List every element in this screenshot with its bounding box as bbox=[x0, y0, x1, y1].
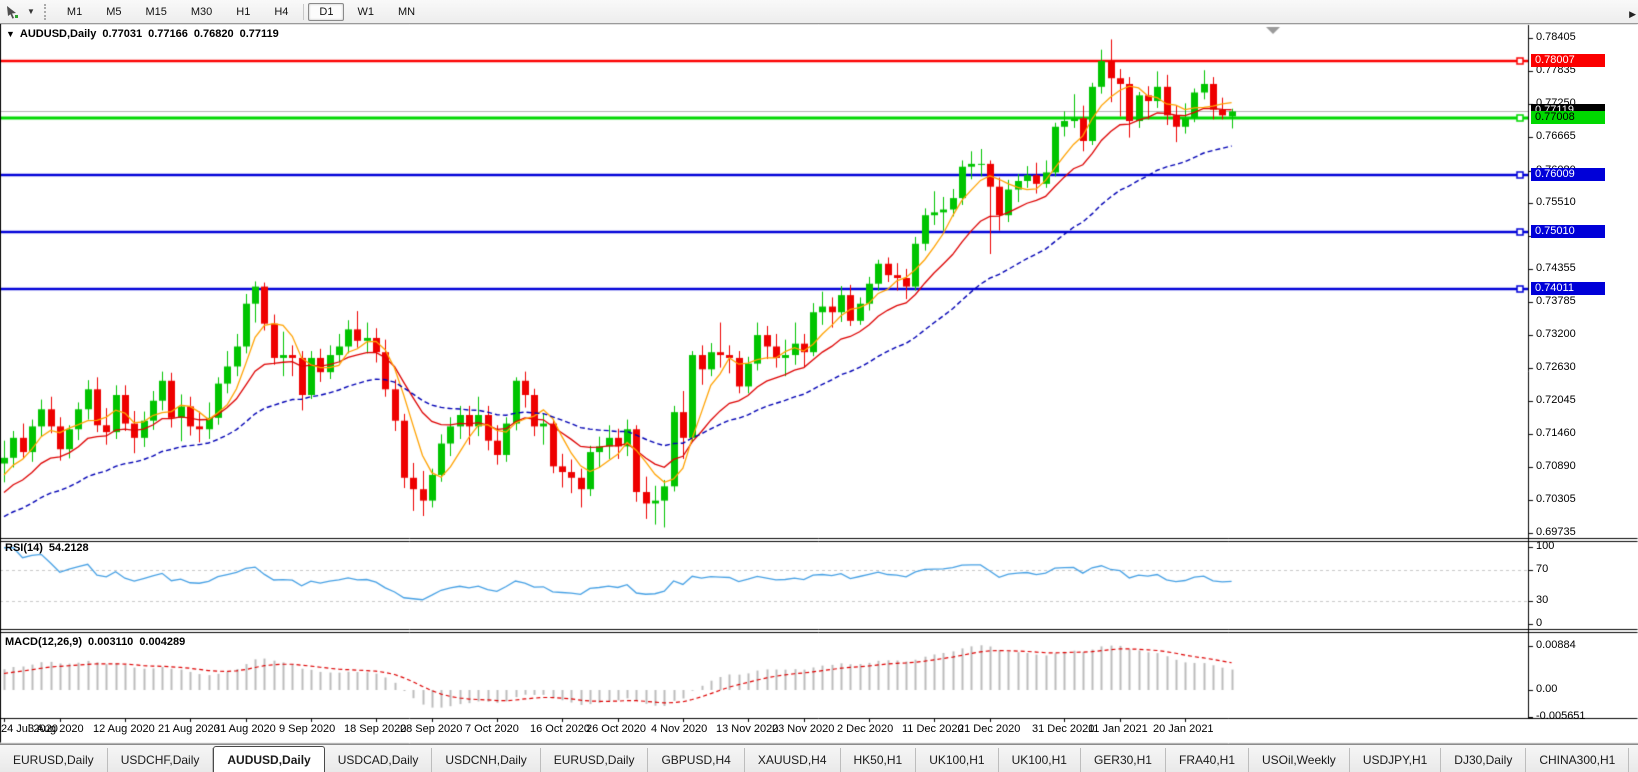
rsi-axis-tick: 70 bbox=[1536, 563, 1548, 575]
timeframe-button-h1[interactable]: H1 bbox=[225, 3, 261, 21]
timeframe-button-w1[interactable]: W1 bbox=[346, 3, 385, 21]
chart-tab-usdchf-daily[interactable]: USDCHF,Daily bbox=[108, 748, 214, 772]
cursor-arrow-icon[interactable] bbox=[2, 3, 22, 21]
chart-tab-eurusd-daily[interactable]: EURUSD,Daily bbox=[0, 748, 108, 772]
macd-main-value: 0.003110 bbox=[88, 636, 133, 648]
hline-price-badge[interactable]: 0.76009 bbox=[1531, 168, 1605, 181]
date-axis-label: 11 Dec 2020 bbox=[902, 723, 964, 735]
close-value: 0.77119 bbox=[240, 28, 279, 40]
hline-price-badge[interactable]: 0.77008 bbox=[1531, 111, 1605, 124]
chart-tab-uk100-h1[interactable]: UK100,H1 bbox=[916, 748, 998, 772]
price-axis-tick: 0.70890 bbox=[1536, 460, 1576, 472]
chevron-down-icon[interactable]: ▼ bbox=[22, 7, 40, 16]
date-axis-label: 9 Sep 2020 bbox=[279, 723, 335, 735]
chart-canvas[interactable] bbox=[0, 0, 1638, 772]
price-axis-tick: 0.72630 bbox=[1536, 361, 1576, 373]
price-axis-tick: 0.72045 bbox=[1536, 394, 1576, 406]
chart-tab-hk50-h1[interactable]: HK50,H1 bbox=[841, 748, 917, 772]
chart-tab-bar: EURUSD,DailyUSDCHF,DailyAUDUSD,DailyUSDC… bbox=[0, 744, 1638, 772]
high-value: 0.77166 bbox=[148, 28, 188, 40]
chart-tab-usoil-[interactable]: USOil, bbox=[1629, 748, 1638, 772]
date-axis-label: 11 Jan 2021 bbox=[1088, 723, 1148, 735]
date-axis-label: 3 Aug 2020 bbox=[28, 723, 84, 735]
date-axis-label: 12 Aug 2020 bbox=[93, 723, 155, 735]
open-value: 0.77031 bbox=[102, 28, 142, 40]
toolbar-separator bbox=[303, 4, 304, 20]
hline-price-badge[interactable]: 0.75010 bbox=[1531, 225, 1605, 238]
low-value: 0.76820 bbox=[194, 28, 234, 40]
chart-tab-gbpusd-h4[interactable]: GBPUSD,H4 bbox=[648, 748, 744, 772]
rsi-axis-tick: 100 bbox=[1536, 540, 1554, 552]
chart-tab-dj30-daily[interactable]: DJ30,Daily bbox=[1441, 748, 1526, 772]
chart-tab-eurusd-daily[interactable]: EURUSD,Daily bbox=[541, 748, 649, 772]
date-axis-label: 23 Nov 2020 bbox=[772, 723, 834, 735]
chart-ohlc-header: ▼ AUDUSD,Daily 0.77031 0.77166 0.76820 0.7711… bbox=[6, 28, 285, 40]
date-axis-label: 31 Dec 2020 bbox=[1032, 723, 1094, 735]
chart-tab-china300-h1[interactable]: CHINA300,H1 bbox=[1526, 748, 1629, 772]
mt4-window: { "toolbar": { "chart_tool_icon": "curso… bbox=[0, 0, 1638, 772]
macd-label: MACD(12,26,9) 0.003110 0.004289 bbox=[5, 636, 191, 648]
chart-tab-ger30-h1[interactable]: GER30,H1 bbox=[1081, 748, 1166, 772]
chart-tab-usdcad-daily[interactable]: USDCAD,Daily bbox=[325, 748, 433, 772]
chart-tab-xauusd-h4[interactable]: XAUUSD,H4 bbox=[745, 748, 841, 772]
timeframe-button-m15[interactable]: M15 bbox=[134, 3, 177, 21]
date-axis-label: 18 Sep 2020 bbox=[344, 723, 406, 735]
price-axis-tick: 0.73785 bbox=[1536, 295, 1576, 307]
date-axis-label: 20 Jan 2021 bbox=[1153, 723, 1214, 735]
date-axis-label: 4 Nov 2020 bbox=[651, 723, 707, 735]
timeframe-button-m1[interactable]: M1 bbox=[56, 3, 93, 21]
rsi-label: RSI(14) 54.2128 bbox=[5, 542, 95, 554]
symbol-period-label: AUDUSD,Daily bbox=[20, 28, 96, 40]
macd-axis-tick: 0.00 bbox=[1536, 683, 1557, 695]
rsi-value: 54.2128 bbox=[49, 542, 89, 554]
date-axis-label: 28 Sep 2020 bbox=[400, 723, 462, 735]
date-axis-label: 16 Oct 2020 bbox=[530, 723, 590, 735]
chart-tab-audusd-daily[interactable]: AUDUSD,Daily bbox=[213, 746, 324, 772]
toolbar-grip[interactable] bbox=[44, 4, 51, 20]
timeframe-toolbar: ▼ M1M5M15M30H1H4 D1W1MN bbox=[0, 0, 1638, 24]
price-axis-tick: 0.76665 bbox=[1536, 130, 1576, 142]
date-axis-label: 7 Oct 2020 bbox=[465, 723, 519, 735]
chart-tab-usdcnh-daily[interactable]: USDCNH,Daily bbox=[432, 748, 540, 772]
price-axis-tick: 0.78405 bbox=[1536, 31, 1576, 43]
price-axis-tick: 0.70305 bbox=[1536, 493, 1576, 505]
price-axis-tick: 0.74355 bbox=[1536, 262, 1576, 274]
macd-axis-tick: -0.005651 bbox=[1536, 710, 1586, 722]
collapse-triangle-icon[interactable]: ▼ bbox=[6, 29, 15, 39]
rsi-axis-tick: 30 bbox=[1536, 594, 1548, 606]
hline-price-badge[interactable]: 0.74011 bbox=[1531, 282, 1605, 295]
date-axis-label: 21 Dec 2020 bbox=[958, 723, 1020, 735]
chart-tab-usoil-weekly[interactable]: USOil,Weekly bbox=[1249, 748, 1350, 772]
date-axis-label: 13 Nov 2020 bbox=[716, 723, 778, 735]
timeframe-button-d1[interactable]: D1 bbox=[308, 3, 344, 21]
chart-tab-usdjpy-h1[interactable]: USDJPY,H1 bbox=[1350, 748, 1441, 772]
date-axis-label: 26 Oct 2020 bbox=[586, 723, 646, 735]
macd-name: MACD(12,26,9) bbox=[5, 636, 82, 648]
timeframe-button-mn[interactable]: MN bbox=[387, 3, 426, 21]
macd-axis-tick: 0.00884 bbox=[1536, 639, 1576, 651]
date-axis-label: 2 Dec 2020 bbox=[837, 723, 893, 735]
price-axis-tick: 0.75510 bbox=[1536, 196, 1576, 208]
price-axis-tick: 0.73200 bbox=[1536, 328, 1576, 340]
date-axis-label: 21 Aug 2020 bbox=[158, 723, 220, 735]
rsi-axis-tick: 0 bbox=[1536, 617, 1542, 629]
price-axis-tick: 0.71460 bbox=[1536, 427, 1576, 439]
chart-tab-uk100-h1[interactable]: UK100,H1 bbox=[999, 748, 1081, 772]
tab-scroll-right-icon[interactable]: ▶ bbox=[1629, 9, 1636, 20]
hline-price-badge[interactable]: 0.78007 bbox=[1531, 54, 1605, 67]
timeframe-button-m30[interactable]: M30 bbox=[180, 3, 223, 21]
rsi-name: RSI(14) bbox=[5, 542, 43, 554]
macd-signal-value: 0.004289 bbox=[139, 636, 185, 648]
timeframe-button-h4[interactable]: H4 bbox=[263, 3, 299, 21]
date-axis-label: 31 Aug 2020 bbox=[214, 723, 276, 735]
timeframe-button-m5[interactable]: M5 bbox=[95, 3, 132, 21]
price-axis-tick: 0.69735 bbox=[1536, 526, 1576, 538]
chart-tab-fra40-h1[interactable]: FRA40,H1 bbox=[1166, 748, 1249, 772]
